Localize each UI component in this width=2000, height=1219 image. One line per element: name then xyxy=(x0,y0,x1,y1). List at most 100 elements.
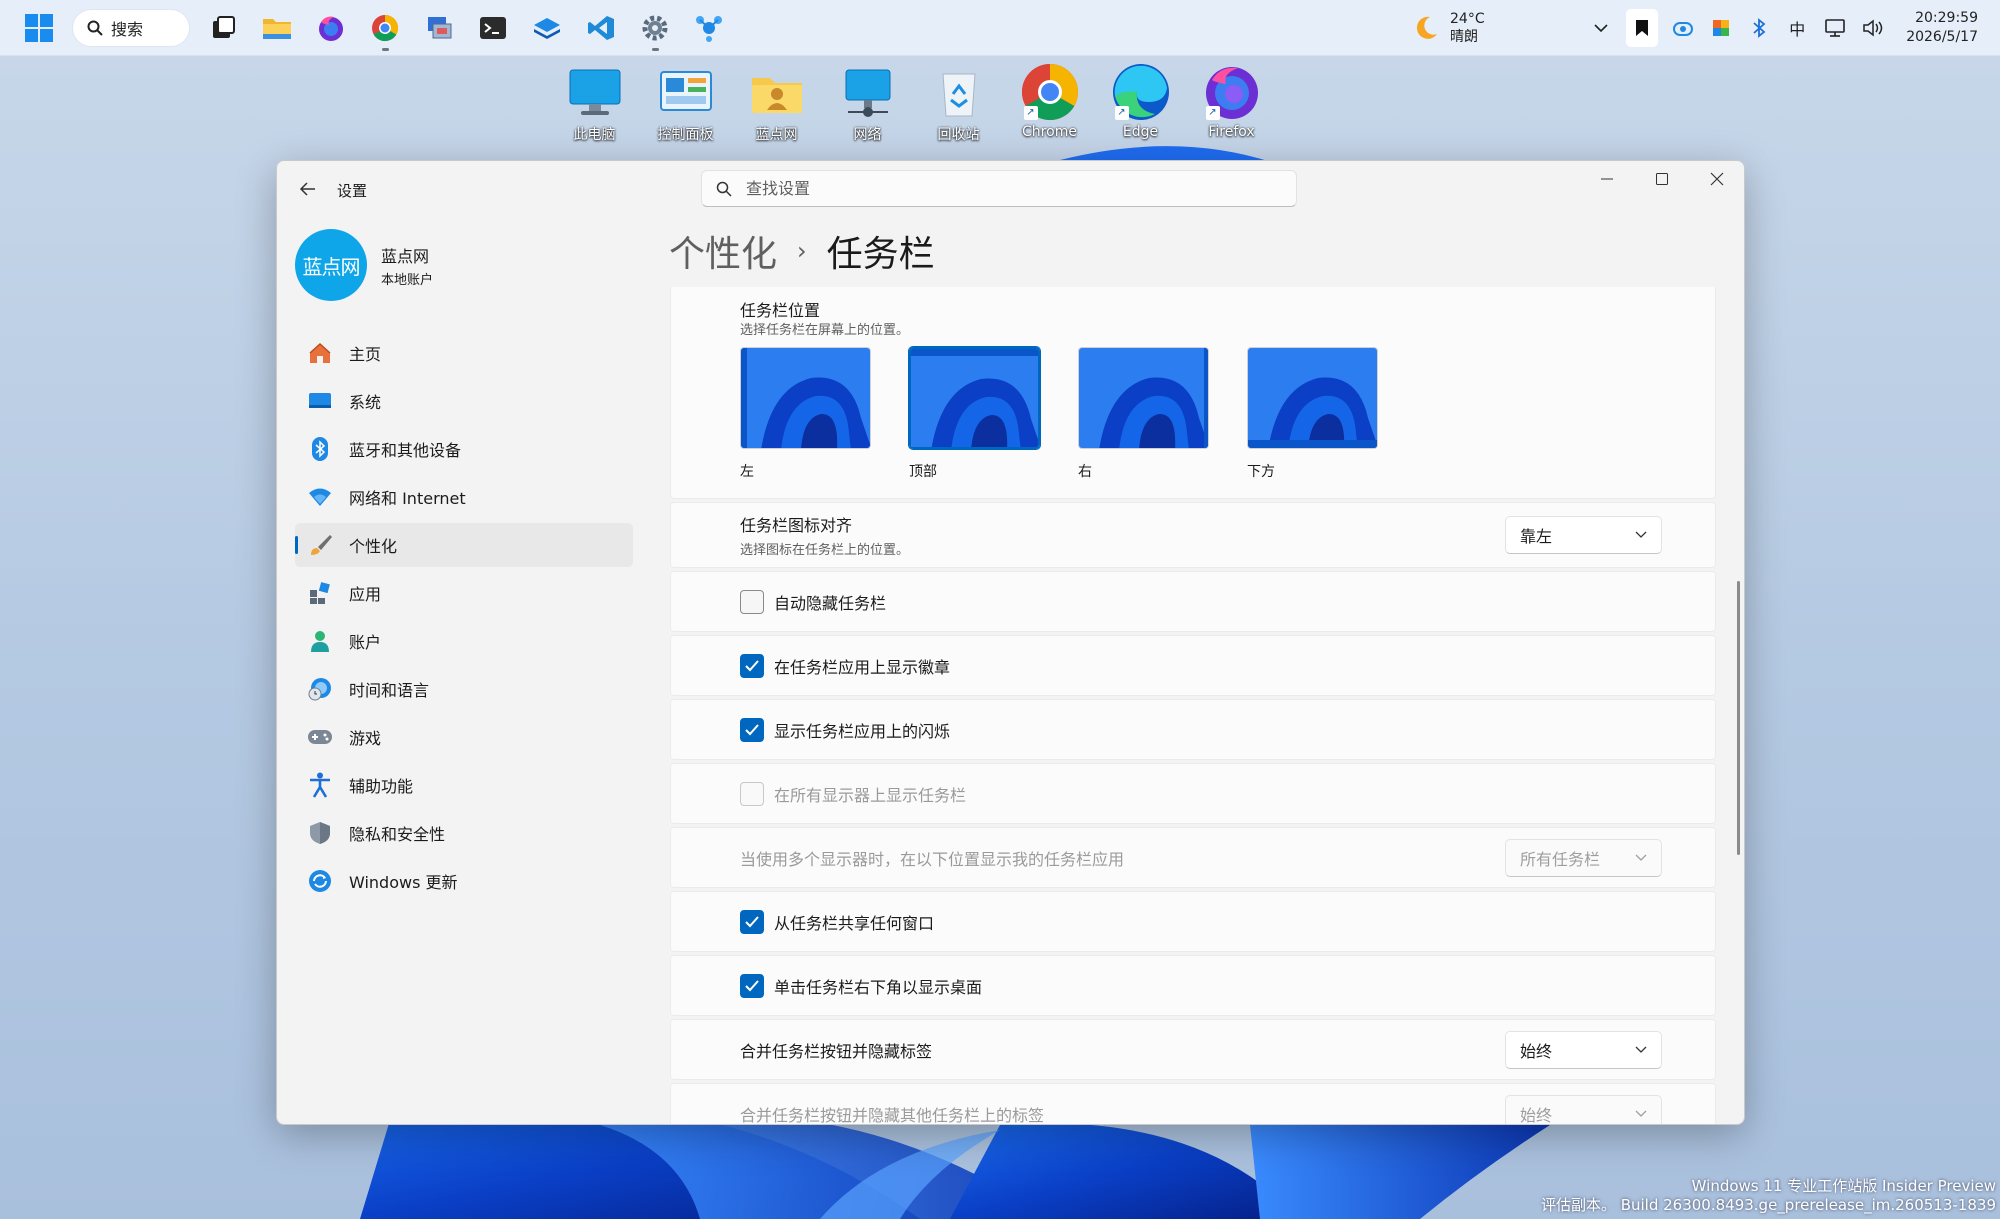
multi-display-dropdown: 所有任务栏 xyxy=(1505,838,1662,877)
user-folder-icon xyxy=(747,62,807,122)
show-badges-checkbox[interactable] xyxy=(740,653,764,678)
nav-label: 账户 xyxy=(349,633,382,652)
position-option-top[interactable]: 顶部 xyxy=(909,347,1040,481)
account-icon xyxy=(307,628,333,654)
start-button[interactable] xyxy=(18,7,60,49)
shortcut-arrow-icon: ↗ xyxy=(1114,106,1129,120)
share-window-card: 从任务栏共享任何窗口 xyxy=(670,891,1716,952)
nav-item-gaming[interactable]: 游戏 xyxy=(295,715,633,759)
alignment-dropdown[interactable]: 靠左 xyxy=(1505,516,1662,554)
nav-item-bluetooth[interactable]: 蓝牙和其他设备 xyxy=(295,427,633,471)
position-option-label: 顶部 xyxy=(909,464,937,480)
taskbar-task-view[interactable] xyxy=(202,7,244,49)
shortcut-arrow-icon: ↗ xyxy=(1205,106,1220,120)
breadcrumb-parent[interactable]: 个性化 xyxy=(669,225,777,277)
minimize-icon xyxy=(1600,178,1613,180)
tray-app-colorful[interactable] xyxy=(1708,15,1734,41)
share-window-checkbox[interactable] xyxy=(740,909,764,934)
weather-widget[interactable]: 24°C 晴朗 xyxy=(1412,10,1485,46)
tray-network[interactable] xyxy=(1822,15,1848,41)
nav-label: 蓝牙和其他设备 xyxy=(349,441,462,460)
weather-description: 晴朗 xyxy=(1450,29,1478,45)
avatar: 蓝点网 xyxy=(295,229,367,301)
position-option-left[interactable]: 左 xyxy=(740,347,871,481)
nav-label: 辅助功能 xyxy=(349,777,414,796)
settings-content: 任务栏位置 选择任务栏在屏幕上的位置。 左 顶部 右 下方 任务栏图标对齐 选择… xyxy=(670,287,1716,1124)
nav-item-apps[interactable]: 应用 xyxy=(295,571,633,615)
taskbar-remote-desktop[interactable] xyxy=(418,7,460,49)
combine-buttons-card: 合并任务栏按钮并隐藏标签 始终 xyxy=(670,1019,1716,1080)
taskbar-copilot-app[interactable] xyxy=(688,7,730,49)
desktop-icon-recycle-bin[interactable]: 回收站 xyxy=(918,62,999,144)
position-option-right[interactable]: 右 xyxy=(1078,347,1209,481)
close-button[interactable] xyxy=(1689,161,1744,197)
nav-item-windows-update[interactable]: Windows 更新 xyxy=(295,859,633,903)
position-option-label: 右 xyxy=(1078,464,1092,480)
desktop-icon-this-pc[interactable]: 此电脑 xyxy=(554,62,635,144)
edge-icon: ↗ xyxy=(1111,62,1171,122)
combine-buttons-dropdown[interactable]: 始终 xyxy=(1505,1030,1662,1069)
nav-item-accounts[interactable]: 账户 xyxy=(295,619,633,663)
layers-icon xyxy=(534,17,560,39)
taskbar-vscode[interactable] xyxy=(580,7,622,49)
desktop-icon-label: 控制面板 xyxy=(657,127,714,143)
desktop-icon-chrome[interactable]: ↗ Chrome xyxy=(1009,62,1090,144)
chevron-down-icon xyxy=(1635,531,1647,538)
taskbar-clock[interactable]: 20:29:59 2026/5/17 xyxy=(1906,9,1978,47)
taskbar-terminal[interactable] xyxy=(472,7,514,49)
show-flashing-checkbox[interactable] xyxy=(740,717,764,742)
tray-app-bookmark[interactable] xyxy=(1626,8,1659,47)
nav-item-accessibility[interactable]: 辅助功能 xyxy=(295,763,633,807)
control-panel-icon xyxy=(656,62,716,122)
profile-account-type: 本地账户 xyxy=(381,272,434,288)
settings-search-input[interactable] xyxy=(746,179,1246,198)
desktop-icon-control-panel[interactable]: 控制面板 xyxy=(645,62,726,144)
taskbar-settings[interactable] xyxy=(634,7,676,51)
nav-item-time-language[interactable]: 时间和语言 xyxy=(295,667,633,711)
minimize-button[interactable] xyxy=(1579,161,1634,197)
position-preview-right xyxy=(1078,347,1209,449)
nav-item-system[interactable]: 系统 xyxy=(295,379,633,423)
tray-overflow-button[interactable] xyxy=(1588,15,1614,41)
nav-item-personalization[interactable]: 个性化 xyxy=(295,523,633,567)
show-flashing-card: 显示任务栏应用上的闪烁 xyxy=(670,699,1716,760)
back-button[interactable] xyxy=(291,174,325,204)
desktop-icon-label: 此电脑 xyxy=(573,127,616,143)
nav-item-privacy[interactable]: 隐私和安全性 xyxy=(295,811,633,855)
auto-hide-checkbox[interactable] xyxy=(740,589,764,614)
taskbar-layers-app[interactable] xyxy=(526,7,568,49)
app-grid-icon xyxy=(1713,19,1730,36)
desktop-icon-label: Firefox xyxy=(1208,124,1255,140)
settings-window: 设置 蓝点网 蓝点网 本地账户 主页 xyxy=(276,160,1745,1125)
window-title: 设置 xyxy=(337,182,368,200)
content-scrollbar[interactable] xyxy=(1737,581,1740,855)
taskbar-file-explorer[interactable] xyxy=(256,7,298,49)
nav-item-home[interactable]: 主页 xyxy=(295,331,633,375)
position-preview-top xyxy=(909,347,1040,449)
share-window-label: 从任务栏共享任何窗口 xyxy=(774,913,935,933)
account-profile[interactable]: 蓝点网 蓝点网 本地账户 xyxy=(295,229,433,301)
position-option-bottom[interactable]: 下方 xyxy=(1247,347,1378,481)
nav-item-network[interactable]: 网络和 Internet xyxy=(295,475,633,519)
tray-ime[interactable]: 中 xyxy=(1784,15,1810,41)
combine-buttons-label: 合并任务栏按钮并隐藏标签 xyxy=(740,1041,933,1061)
shield-check-icon xyxy=(1673,21,1694,36)
network-icon xyxy=(838,62,898,122)
taskbar-chrome[interactable] xyxy=(364,7,406,51)
taskbar-firefox[interactable] xyxy=(310,7,352,49)
desktop-icon-user-folder[interactable]: 蓝点网 xyxy=(736,62,817,144)
desktop-icon-network[interactable]: 网络 xyxy=(827,62,908,144)
tray-volume[interactable] xyxy=(1860,15,1886,41)
desktop-icon-firefox[interactable]: ↗ Firefox xyxy=(1191,62,1272,144)
tray-bluetooth[interactable] xyxy=(1746,15,1772,41)
folder-icon xyxy=(263,18,291,39)
settings-search-box[interactable] xyxy=(701,170,1297,207)
terminal-icon xyxy=(480,16,506,39)
bookmark-icon xyxy=(1636,19,1649,36)
chevron-down-icon xyxy=(1635,854,1647,861)
show-desktop-checkbox[interactable] xyxy=(740,973,764,998)
tray-app-vpn[interactable] xyxy=(1670,15,1696,41)
desktop-icon-edge[interactable]: ↗ Edge xyxy=(1100,62,1181,144)
taskbar-search-button[interactable]: 搜索 xyxy=(72,8,190,47)
maximize-button[interactable] xyxy=(1634,161,1689,197)
